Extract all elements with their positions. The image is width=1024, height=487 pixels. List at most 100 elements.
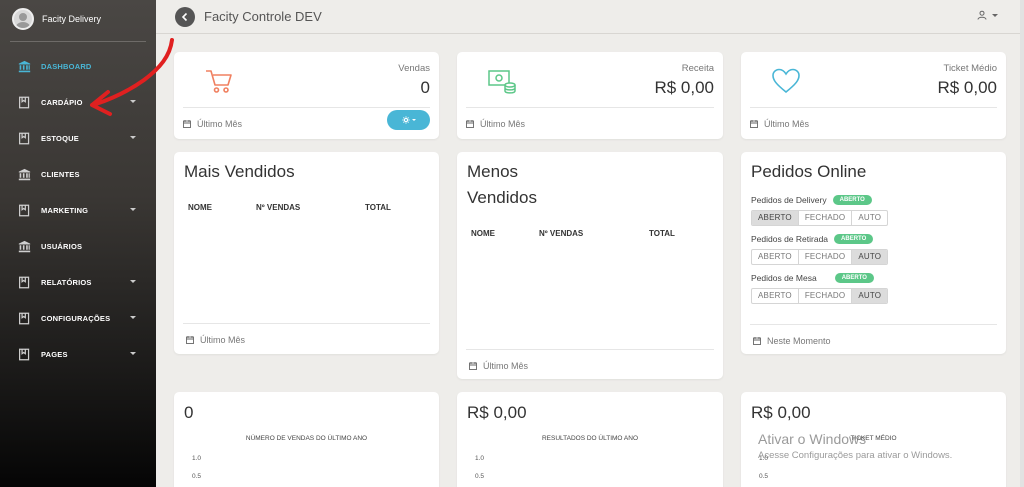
sidebar-item-clientes[interactable]: CLIENTES (0, 156, 156, 192)
page-title: Facity Controle DEV (204, 9, 322, 24)
row-label: Pedidos de Mesa (751, 273, 817, 283)
chart-card-ticket: R$ 0,00 TICKET MÉDIO 1.0 0.5 (741, 392, 1006, 487)
chevron-down-icon (130, 100, 136, 103)
y-tick-label: 1.0 (192, 455, 202, 462)
user-icon (977, 10, 987, 20)
sidebar-item-label: MARKETING (41, 205, 89, 215)
bank-icon (18, 168, 31, 181)
column-header: NOME (188, 203, 212, 212)
card-divider (183, 107, 430, 108)
card-divider (183, 323, 430, 324)
card-divider (750, 107, 997, 108)
y-tick-label: 0.5 (759, 473, 769, 480)
stat-card-ticket: Ticket Médio R$ 0,00 Último Mês (741, 52, 1006, 139)
card-footer: Último Mês (186, 335, 245, 345)
card-title: Mais Vendidos (184, 162, 295, 181)
footer-text: Último Mês (480, 119, 526, 129)
option-fechado-button[interactable]: FECHADO (799, 211, 853, 225)
column-header: TOTAL (365, 203, 391, 212)
option-aberto-button[interactable]: ABERTO (752, 250, 799, 264)
sidebar-item-label: RELATÓRIOS (41, 277, 92, 287)
option-auto-button[interactable]: AUTO (852, 211, 887, 225)
calendar-icon (183, 120, 191, 128)
book-icon (18, 132, 31, 145)
chevron-down-icon (130, 316, 136, 319)
gear-icon (401, 116, 410, 124)
user-menu[interactable] (977, 10, 998, 20)
chart-card-resultados: R$ 0,00 RESULTADOS DO ÚLTIMO ANO 1.0 0.5 (457, 392, 723, 487)
sidebar-item-label: DASHBOARD (41, 61, 92, 71)
chart-value: 0 (184, 403, 194, 422)
status-badge: ABERTO (834, 273, 874, 283)
chart-value: R$ 0,00 (751, 403, 811, 422)
card-title: Vendidos (467, 188, 537, 207)
card-footer: Último Mês (183, 119, 242, 129)
book-icon (18, 276, 31, 289)
sidebar-item-usuarios[interactable]: USUÁRIOS (0, 228, 156, 264)
status-badge: ABERTO (832, 195, 872, 205)
sidebar-item-relatorios[interactable]: RELATÓRIOS (0, 264, 156, 300)
card-footer: Último Mês (466, 119, 525, 129)
avatar[interactable] (12, 8, 34, 30)
footer-text: Último Mês (197, 119, 243, 129)
chevron-down-icon (130, 352, 136, 355)
card-footer: Neste Momento (753, 336, 831, 346)
stat-value: R$ 0,00 (654, 78, 714, 97)
chevron-left-icon (181, 12, 188, 21)
mais-vendidos-card: Mais Vendidos NOME Nº VENDAS TOTAL Últim… (174, 152, 439, 354)
column-header: NOME (471, 229, 495, 238)
chart-value: R$ 0,00 (467, 403, 527, 422)
option-fechado-button[interactable]: FECHADO (799, 289, 853, 303)
y-tick-label: 0.5 (475, 473, 485, 480)
delivery-status-label: Pedidos de Delivery ABERTO (751, 195, 872, 205)
card-divider (750, 324, 997, 325)
option-aberto-button[interactable]: ABERTO (752, 211, 799, 225)
option-fechado-button[interactable]: FECHADO (799, 250, 853, 264)
calendar-icon (753, 337, 761, 345)
pedidos-online-card: Pedidos Online Pedidos de Delivery ABERT… (741, 152, 1006, 354)
option-aberto-button[interactable]: ABERTO (752, 289, 799, 303)
book-icon (18, 312, 31, 325)
sidebar-item-label: CARDÁPIO (41, 97, 83, 107)
calendar-icon (466, 120, 474, 128)
retirada-status-toggle: ABERTO FECHADO AUTO (751, 249, 889, 265)
footer-text: Neste Momento (767, 336, 831, 346)
sidebar-item-marketing[interactable]: MARKETING (0, 192, 156, 228)
chevron-down-icon (411, 119, 416, 121)
stat-card-vendas: Vendas 0 Último Mês (174, 52, 439, 139)
sidebar-item-pages[interactable]: PAGES (0, 336, 156, 372)
settings-dropdown-button[interactable] (387, 110, 430, 130)
option-auto-button[interactable]: AUTO (852, 289, 888, 303)
sidebar-item-label: CONFIGURAÇÕES (41, 313, 111, 323)
brand-name: Facity Delivery (42, 14, 102, 24)
card-divider (466, 107, 714, 108)
sidebar-item-estoque[interactable]: ESTOQUE (0, 120, 156, 156)
sidebar-item-label: USUÁRIOS (41, 241, 83, 251)
card-title: Pedidos Online (751, 162, 867, 181)
book-icon (18, 96, 31, 109)
sidebar-item-cardapio[interactable]: CARDÁPIO (0, 84, 156, 120)
book-icon (18, 348, 31, 361)
card-footer: Último Mês (469, 361, 528, 371)
y-tick-label: 1.0 (475, 455, 485, 462)
money-icon (488, 70, 516, 94)
bank-icon (18, 240, 31, 253)
sidebar-item-label: ESTOQUE (41, 133, 79, 143)
y-tick-label: 0.5 (192, 473, 202, 480)
sidebar-brand[interactable]: Facity Delivery (0, 0, 156, 38)
page-scrollbar[interactable] (1020, 0, 1024, 487)
sidebar-item-configuracoes[interactable]: CONFIGURAÇÕES (0, 300, 156, 336)
sidebar-item-dashboard[interactable]: DASHBOARD (0, 48, 156, 84)
sidebar-item-label: CLIENTES (41, 169, 80, 179)
calendar-icon (469, 362, 477, 370)
bank-icon (18, 60, 31, 73)
heart-icon (772, 68, 800, 94)
card-title: Menos (467, 162, 519, 181)
delivery-status-toggle: ABERTO FECHADO AUTO (751, 210, 889, 226)
chart-title: TICKET MÉDIO (850, 435, 897, 442)
sidebar-divider (10, 41, 146, 42)
chevron-down-icon (992, 13, 998, 17)
back-button[interactable] (175, 6, 195, 27)
footer-text: Último Mês (764, 119, 810, 129)
option-auto-button[interactable]: AUTO (852, 250, 888, 264)
